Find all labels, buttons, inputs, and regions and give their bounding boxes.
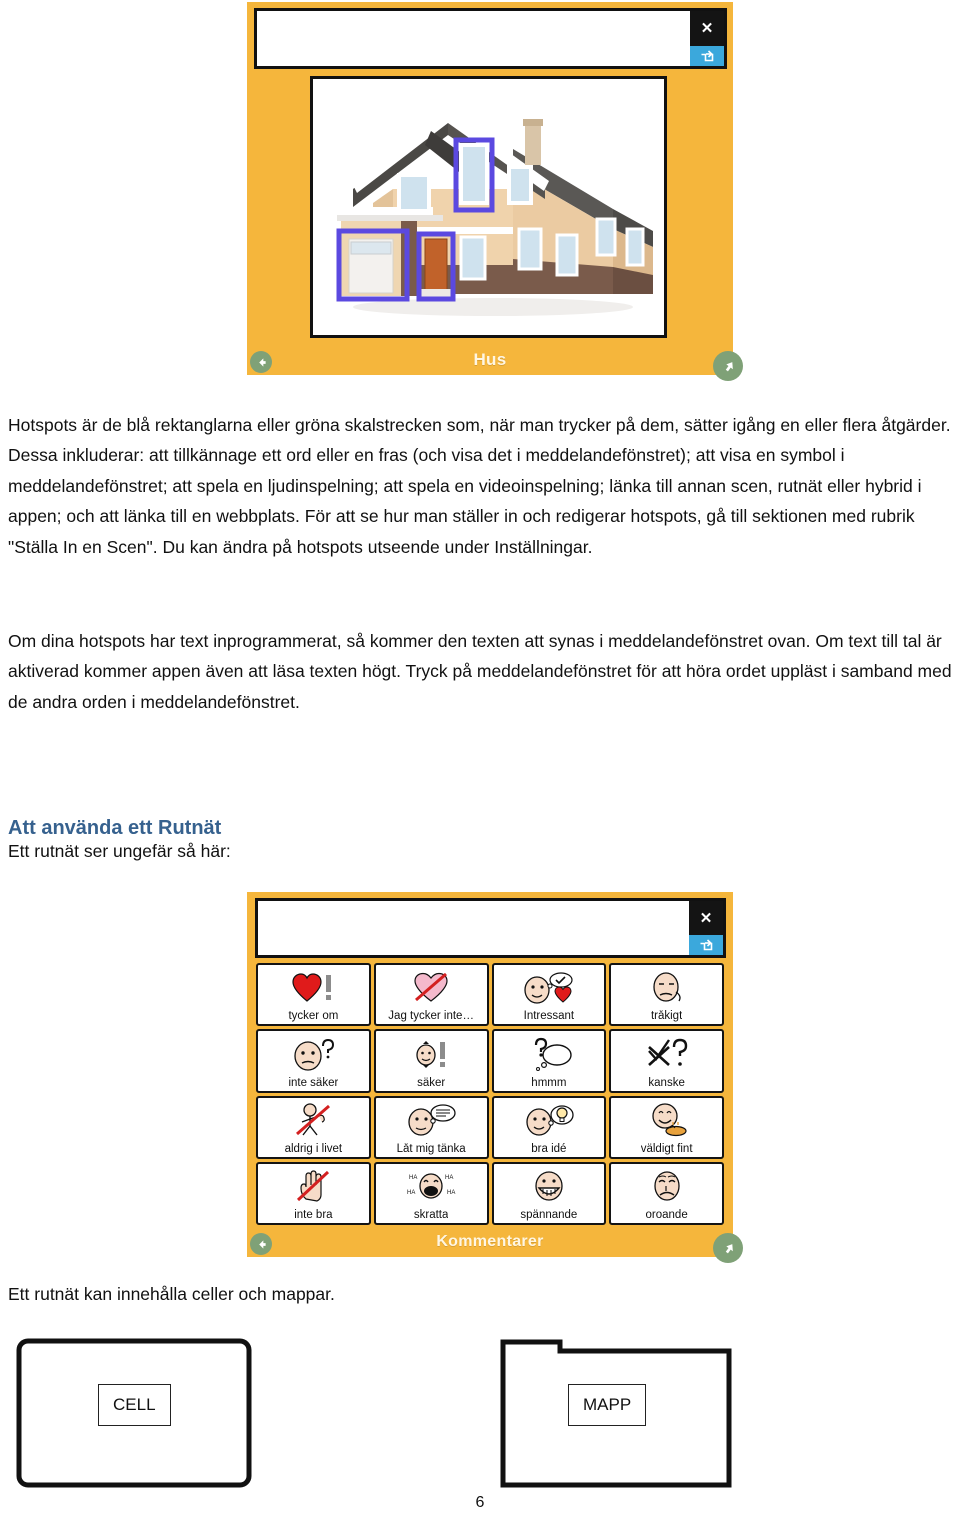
grid-cell[interactable]: aldrig i livet [256, 1095, 371, 1159]
line-grid-intro: Ett rutnät ser ungefär så här: [8, 841, 231, 861]
face-laughing-haha-icon: HA HA HA HA [376, 1164, 487, 1209]
scene-image[interactable] [310, 76, 667, 338]
face-grin-icon [494, 1164, 605, 1209]
grid-cell[interactable]: hmmm [491, 1029, 607, 1093]
grid-cell[interactable]: tråkigt [609, 963, 724, 1027]
svg-text:HA: HA [447, 1190, 455, 1196]
mapp-shape-label: MAPP [568, 1384, 647, 1426]
section-heading-rutnat: Att använda ett Rutnät [8, 816, 222, 839]
arrow-pointer-icon[interactable] [713, 351, 743, 381]
grid-cell[interactable]: Jag tycker inte… [373, 963, 489, 1027]
grid-title: Kommentarer [436, 1233, 544, 1250]
message-window-buttons: ✕ [689, 901, 723, 955]
grid-cell-label: spännande [520, 1209, 578, 1221]
cell-shape-label: CELL [98, 1384, 171, 1426]
message-window-buttons: ✕ [690, 11, 724, 66]
thought-bubble-question-icon [494, 1031, 605, 1076]
check-cross-question-icon [611, 1031, 722, 1076]
grid-footer-bar: Kommentarer [247, 1227, 733, 1257]
face-lightbulb-icon [494, 1098, 605, 1143]
grid-cell[interactable]: tycker om [256, 963, 371, 1027]
face-question-icon [258, 1031, 369, 1076]
face-exclamation-icon [376, 1031, 487, 1076]
message-window-text [258, 901, 689, 955]
grid-cell-label: kanske [648, 1076, 685, 1089]
grid-cell[interactable]: bra idé [491, 1095, 607, 1159]
grid-cell[interactable]: väldigt fint [609, 1095, 724, 1159]
scene-footer-bar: Hus [247, 345, 733, 375]
heart-crossed-icon [376, 965, 487, 1010]
grid-cell-label: aldrig i livet [284, 1142, 343, 1155]
grid-cell-label: oroande [645, 1209, 688, 1221]
grid-cell[interactable]: Intressant [491, 963, 607, 1027]
grid-cell[interactable]: inte bra [256, 1161, 371, 1225]
svg-text:HA: HA [407, 1190, 415, 1196]
face-thinking-lines-icon [376, 1098, 487, 1143]
grid-cell-container: tycker om Jag tycker inte… Intressant tr… [256, 963, 724, 1225]
grid-cell[interactable]: kanske [609, 1029, 724, 1093]
page-number: 6 [475, 1494, 485, 1511]
grid-cell[interactable]: oroande [609, 1161, 724, 1225]
close-x-icon[interactable]: ✕ [690, 11, 724, 46]
grid-cell-label: inte bra [294, 1209, 333, 1221]
scene-screenshot: ✕ Hus [247, 2, 743, 381]
hand-ok-crossed-icon [258, 1164, 369, 1209]
grid-cell[interactable]: spännande [491, 1161, 607, 1225]
message-window-text [257, 11, 690, 66]
grid-cell-label: tråkigt [650, 1010, 683, 1023]
grid-cell[interactable]: Låt mig tänka [373, 1095, 489, 1159]
grid-cell-label: tycker om [288, 1010, 339, 1023]
line-cells-and-folders: Ett rutnät kan innehålla celler och mapp… [8, 1284, 335, 1304]
grid-cell-label: skratta [413, 1209, 449, 1221]
grid-cell-label: säker [417, 1076, 446, 1089]
grid-cell-label: inte säker [288, 1076, 339, 1089]
face-worried-icon [611, 1164, 722, 1209]
grid-screenshot: ✕ tycker om Jag tycker inte… Intressant … [247, 892, 743, 1263]
grid-cell-label: väldigt fint [640, 1142, 693, 1155]
paragraph-text-to-speech: Om dina hotspots har text inprogrammerat… [8, 630, 952, 712]
close-x-icon[interactable]: ✕ [689, 901, 723, 935]
person-crossed-icon [258, 1098, 369, 1143]
arrow-left-icon[interactable] [250, 1233, 272, 1255]
share-export-icon[interactable] [690, 46, 724, 66]
svg-text:HA: HA [445, 1175, 453, 1181]
grid-cell-label: hmmm [531, 1076, 567, 1089]
paragraph-hotspots: Hotspots är de blå rektanglarna eller gr… [8, 414, 951, 557]
grid-cell[interactable]: inte säker [256, 1029, 371, 1093]
arrow-pointer-icon[interactable] [713, 1233, 743, 1263]
svg-text:HA: HA [409, 1175, 417, 1181]
grid-cell[interactable]: HA HA HA HA skratta [373, 1161, 489, 1225]
grid-cell-label: Låt mig tänka [396, 1142, 466, 1155]
share-export-icon[interactable] [689, 935, 723, 955]
message-window[interactable]: ✕ [254, 8, 727, 69]
heart-exclamation-icon [258, 965, 369, 1010]
grid-cell-label: Intressant [523, 1010, 575, 1023]
face-smiling-dish-icon [611, 1098, 722, 1143]
scene-title: Hus [473, 350, 507, 369]
grid-cell-label: bra idé [531, 1142, 567, 1155]
arrow-left-icon[interactable] [250, 351, 272, 373]
grid-cell-label: Jag tycker inte… [388, 1010, 474, 1023]
message-window[interactable]: ✕ [255, 898, 726, 958]
mapp-shape: MAPP [500, 1338, 732, 1488]
face-bored-icon [611, 965, 722, 1010]
grid-cell[interactable]: säker [373, 1029, 489, 1093]
face-thought-heart-icon [494, 965, 605, 1010]
cell-shape: CELL [16, 1338, 252, 1488]
